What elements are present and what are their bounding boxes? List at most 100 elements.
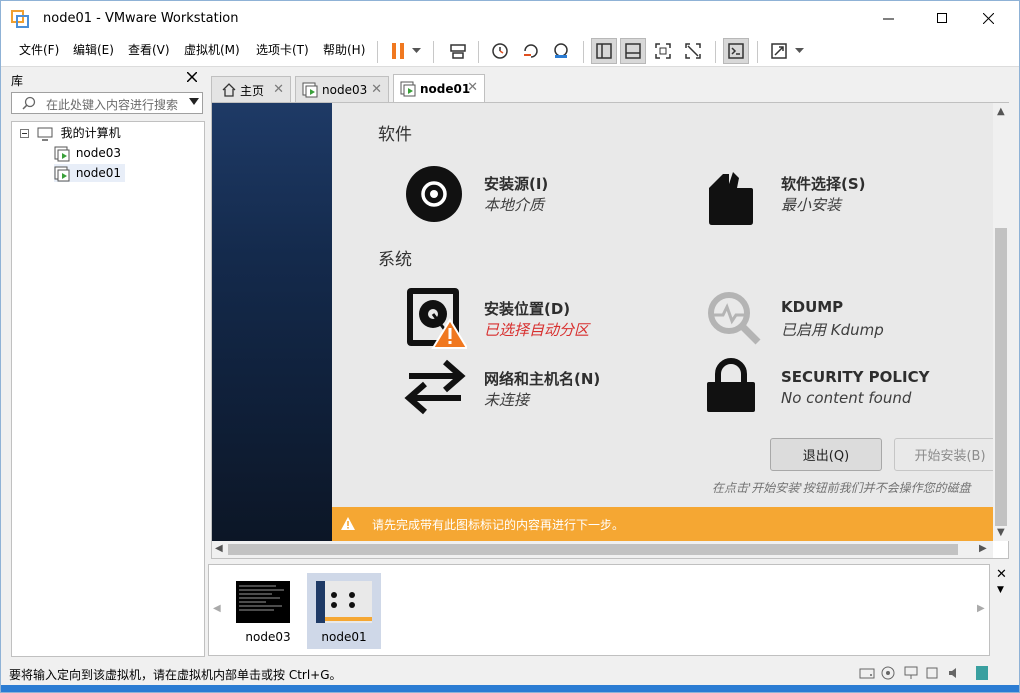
- spoke-destination-title[interactable]: 安装位置(D): [484, 298, 570, 319]
- scroll-right-icon[interactable]: ▶: [979, 543, 987, 554]
- vertical-scroll-thumb[interactable]: [995, 228, 1007, 526]
- search-icon: [22, 96, 36, 110]
- spoke-destination-subtitle: 已选择自动分区: [484, 321, 590, 339]
- scroll-up-icon[interactable]: ▲: [997, 106, 1005, 117]
- menu-help[interactable]: 帮助(H): [319, 39, 369, 61]
- show-thumbnails-button[interactable]: [620, 38, 646, 64]
- vm-icon: [54, 146, 70, 161]
- library-close-button[interactable]: [186, 70, 198, 86]
- sound-status-icon[interactable]: [947, 666, 961, 680]
- spoke-security-title[interactable]: SECURITY POLICY: [781, 368, 929, 386]
- menu-view[interactable]: 查看(V): [124, 39, 174, 61]
- horizontal-scrollbar[interactable]: ◀ ▶: [212, 541, 993, 558]
- thumb-scroll-left-icon[interactable]: ◀: [213, 603, 221, 614]
- unity-button[interactable]: [680, 38, 706, 64]
- thumbnail-node03[interactable]: node03: [231, 573, 305, 649]
- vm-icon: [302, 82, 318, 98]
- tab-home[interactable]: 主页 ✕: [211, 76, 291, 103]
- title-bar: node01 - VMware Workstation: [1, 1, 1019, 35]
- thumbnail-menu-icon[interactable]: ▼: [997, 585, 1004, 595]
- warning-icon: [341, 517, 355, 530]
- network-arrows-icon[interactable]: [403, 358, 467, 416]
- chevron-down-icon: [411, 48, 421, 53]
- scroll-down-icon[interactable]: ▼: [997, 527, 1005, 538]
- library-search-input[interactable]: 在此处键入内容进行搜索: [11, 92, 203, 114]
- spoke-software-title[interactable]: 软件选择(S): [781, 173, 866, 194]
- console-view-button[interactable]: [723, 38, 749, 64]
- window-title: node01 - VMware Workstation: [43, 11, 239, 26]
- tab-node03[interactable]: node03 ✕: [295, 76, 389, 103]
- usb-status-icon[interactable]: [925, 666, 939, 680]
- maximize-button[interactable]: [919, 1, 965, 35]
- search-dropdown-icon[interactable]: [189, 98, 199, 105]
- send-ctrl-alt-del-button[interactable]: [445, 38, 471, 64]
- toolbar-separator: [583, 41, 584, 63]
- vmware-window: node01 - VMware Workstation 文件(F) 编辑(E) …: [0, 0, 1020, 693]
- tree-item-label: node01: [75, 166, 122, 180]
- snapshot-manager-button[interactable]: [548, 38, 574, 64]
- tree-item-node03[interactable]: node03: [54, 144, 121, 162]
- stretch-icon: [771, 43, 787, 59]
- close-button[interactable]: [965, 1, 1011, 35]
- section-system: 系统: [378, 250, 412, 270]
- fullscreen-button[interactable]: [650, 38, 676, 64]
- tab-label: node03: [322, 83, 368, 97]
- spoke-network-title[interactable]: 网络和主机名(N): [484, 368, 600, 389]
- spoke-source-title[interactable]: 安装源(I): [484, 173, 548, 194]
- revert-snapshot-button[interactable]: [518, 38, 544, 64]
- thumbnail-close-button[interactable]: ✕: [996, 567, 1007, 582]
- tab-close-icon[interactable]: ✕: [273, 82, 284, 97]
- snapshot-button[interactable]: [487, 38, 513, 64]
- installation-summary: 软件 安装源(I) 本地介质 软件选择(S) 最小安装 系统 安装位置(D) 已…: [332, 103, 993, 541]
- close-icon: [982, 12, 994, 24]
- network-status-icon[interactable]: [903, 666, 919, 680]
- tree-item-my-computer[interactable]: 我的计算机: [20, 124, 121, 142]
- vm-display[interactable]: 软件 安装源(I) 本地介质 软件选择(S) 最小安装 系统 安装位置(D) 已…: [211, 102, 1009, 559]
- menu-file[interactable]: 文件(F): [15, 39, 63, 61]
- maximize-icon: [937, 13, 947, 23]
- thumbnail-label: node01: [321, 630, 367, 644]
- lock-icon[interactable]: [706, 358, 756, 414]
- thumbnail-panel-icon: [625, 43, 641, 59]
- collapse-icon[interactable]: [20, 129, 29, 138]
- quit-button[interactable]: 退出(Q): [770, 438, 882, 471]
- status-text: 要将输入定向到该虚拟机，请在虚拟机内部单击或按 Ctrl+G。: [9, 668, 342, 682]
- vm-screen[interactable]: 软件 安装源(I) 本地介质 软件选择(S) 最小安装 系统 安装位置(D) 已…: [212, 103, 993, 541]
- begin-installation-button[interactable]: 开始安装(B): [894, 438, 993, 471]
- tab-close-icon[interactable]: ✕: [371, 82, 382, 97]
- tab-close-icon[interactable]: ✕: [467, 80, 478, 95]
- horizontal-scroll-thumb[interactable]: [228, 544, 958, 555]
- disc-icon[interactable]: [405, 165, 463, 223]
- menu-edit[interactable]: 编辑(E): [69, 39, 118, 61]
- stretch-dropdown[interactable]: [791, 38, 807, 64]
- fullscreen-icon: [655, 43, 671, 59]
- printer-status-icon[interactable]: [975, 665, 989, 681]
- tree-item-node01[interactable]: node01: [54, 164, 126, 182]
- unity-icon: [685, 43, 701, 59]
- hard-disk-status-icon[interactable]: [859, 666, 875, 680]
- kdump-search-icon[interactable]: [705, 289, 761, 345]
- show-library-button[interactable]: [591, 38, 617, 64]
- hard-disk-warning-icon[interactable]: [405, 286, 467, 350]
- spoke-software-subtitle: 最小安装: [781, 196, 842, 214]
- menu-tabs[interactable]: 选项卡(T): [252, 39, 313, 61]
- library-tree: 我的计算机 node03 node01: [11, 121, 205, 657]
- toolbar-separator: [715, 41, 716, 63]
- power-dropdown[interactable]: [407, 38, 425, 64]
- thumb-scroll-right-icon[interactable]: ▶: [977, 603, 985, 614]
- menu-vm[interactable]: 虚拟机(M): [180, 39, 244, 61]
- terminal-icon: [728, 43, 744, 59]
- cd-status-icon[interactable]: [881, 666, 895, 680]
- stretch-guest-button[interactable]: [766, 38, 792, 64]
- installer-sidebar: [212, 103, 332, 541]
- package-icon[interactable]: [707, 170, 753, 226]
- window-bottom-border: [1, 685, 1019, 692]
- spoke-kdump-title[interactable]: KDUMP: [781, 298, 843, 316]
- spoke-kdump-subtitle: 已启用 Kdump: [781, 321, 884, 339]
- scroll-left-icon[interactable]: ◀: [215, 543, 223, 554]
- vertical-scrollbar[interactable]: ▲ ▼: [993, 103, 1009, 541]
- tab-node01[interactable]: node01 ✕: [393, 74, 485, 103]
- minimize-button[interactable]: [865, 1, 911, 35]
- thumbnail-node01[interactable]: node01: [307, 573, 381, 649]
- close-icon: [186, 71, 198, 83]
